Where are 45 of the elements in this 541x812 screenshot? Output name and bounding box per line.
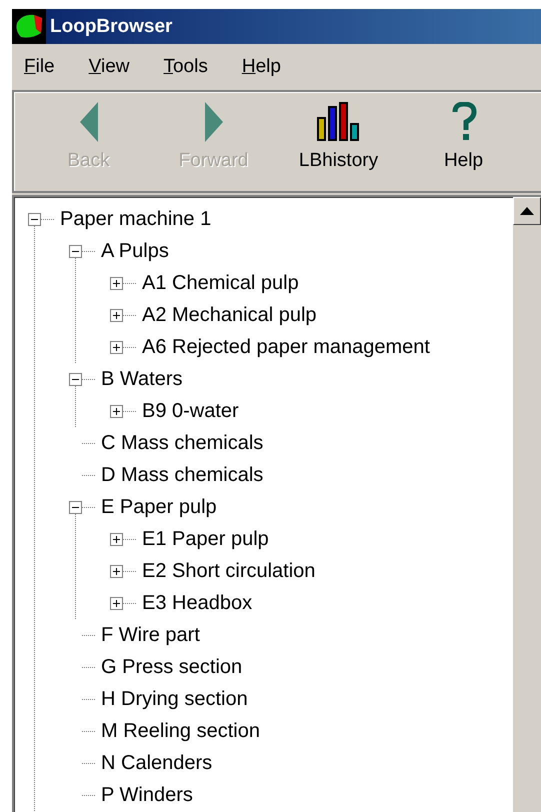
- window-title: LoopBrowser: [50, 16, 172, 38]
- question-mark-icon: [450, 102, 476, 142]
- tree-item[interactable]: E1 Paper pulp: [142, 528, 269, 550]
- back-arrow-icon: [78, 102, 100, 142]
- tree-item[interactable]: M Reeling section: [101, 720, 260, 742]
- tree-item[interactable]: A2 Mechanical pulp: [142, 304, 317, 326]
- menu-item[interactable]: Help: [230, 56, 293, 78]
- expand-toggle[interactable]: [110, 532, 123, 546]
- expand-toggle[interactable]: [110, 340, 123, 354]
- tree-item[interactable]: E3 Headbox: [142, 592, 252, 614]
- tree-item[interactable]: H Drying section: [101, 688, 248, 710]
- expand-toggle[interactable]: [110, 596, 123, 610]
- tree-item[interactable]: P Winders: [101, 784, 193, 806]
- expand-toggle[interactable]: [110, 276, 123, 290]
- bar-chart-icon: [316, 102, 360, 142]
- toolbar-button[interactable]: LBhistory: [276, 102, 401, 172]
- menu-item[interactable]: Tools: [151, 56, 220, 78]
- app-logo-icon: [12, 9, 46, 44]
- menu-item[interactable]: View: [76, 56, 142, 78]
- tree-item[interactable]: C Mass chemicals: [101, 432, 264, 454]
- menu-item[interactable]: File: [12, 56, 67, 78]
- collapse-toggle[interactable]: [69, 244, 82, 258]
- tree-item[interactable]: F Wire part: [101, 624, 200, 646]
- up-arrow-icon: [520, 207, 534, 215]
- expand-toggle[interactable]: [110, 564, 123, 578]
- tree-item[interactable]: E2 Short circulation: [142, 560, 316, 582]
- tree-item[interactable]: A Pulps: [101, 240, 169, 262]
- collapse-toggle[interactable]: [69, 500, 82, 514]
- tree-item[interactable]: B Waters: [101, 368, 182, 390]
- forward-arrow-icon: [202, 102, 224, 142]
- tree-item[interactable]: G Press section: [101, 656, 242, 678]
- tree-item[interactable]: A1 Chemical pulp: [142, 272, 299, 294]
- tree-item[interactable]: Paper machine 1: [60, 208, 212, 230]
- toolbar-button[interactable]: Help: [401, 102, 526, 172]
- tree-item[interactable]: B9 0-water: [142, 400, 239, 422]
- expand-toggle[interactable]: [110, 404, 123, 418]
- tree-item[interactable]: A6 Rejected paper management: [142, 336, 430, 358]
- tree-item[interactable]: D Mass chemicals: [101, 464, 264, 486]
- scroll-bar[interactable]: [513, 197, 541, 812]
- collapse-toggle[interactable]: [28, 212, 41, 226]
- collapse-toggle[interactable]: [69, 372, 82, 386]
- scroll-up-button[interactable]: [513, 197, 541, 225]
- tree-item[interactable]: N Calenders: [101, 752, 212, 774]
- tree-item[interactable]: E Paper pulp: [101, 496, 217, 518]
- expand-toggle[interactable]: [110, 308, 123, 322]
